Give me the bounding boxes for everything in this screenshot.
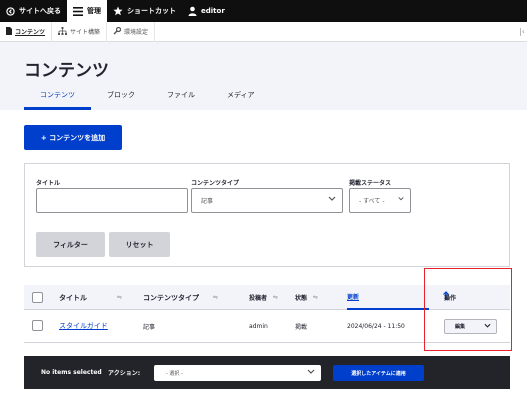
tray-config-label: 環境設定 — [124, 29, 149, 36]
tab-content[interactable]: コンテンツ — [24, 90, 91, 110]
selection-count-label: No items selected — [41, 369, 102, 376]
column-title[interactable]: タイトル ⇋ — [59, 285, 122, 310]
admin-tray: コンテンツ サイト構築 環境設定 |‹ — [0, 21, 527, 42]
action-label: アクション: — [108, 370, 141, 377]
tray-collapse-icon[interactable]: |‹ — [519, 27, 525, 36]
tray-structure-link[interactable]: サイト構築 — [52, 21, 108, 42]
menu-icon — [73, 6, 83, 16]
file-icon — [6, 26, 12, 37]
title-filter-label: タイトル — [36, 180, 61, 187]
page-title: コンテンツ — [24, 61, 109, 81]
chevron-down-icon — [398, 196, 404, 204]
sort-icon: ⇋ — [213, 294, 219, 301]
manage-label: 管理 — [87, 7, 101, 15]
tray-content-link[interactable]: コンテンツ — [0, 21, 53, 42]
sort-icon: ⇋ — [273, 294, 279, 301]
row-checkbox[interactable] — [32, 320, 43, 331]
column-author[interactable]: 投稿者 ⇋ — [249, 285, 278, 310]
admin-toolbar: サイトへ戻る 管理 ショートカット editor — [0, 0, 527, 22]
type-filter-value: 記事 — [201, 198, 214, 205]
filter-form: タイトル コンテンツタイプ 記事 掲載ステータス - すべて - フィルター リ… — [24, 163, 510, 267]
sort-icon: ⇋ — [117, 294, 123, 301]
add-content-button[interactable]: + コンテンツを追加 — [24, 125, 122, 150]
wrench-icon — [113, 26, 122, 37]
primary-tabs: コンテンツ ブロック ファイル メディア — [24, 90, 271, 110]
type-filter-select[interactable]: 記事 — [191, 188, 343, 213]
column-type-label: コンテンツタイプ — [143, 293, 199, 302]
row-updated: 2024/06/24 - 11:50 — [347, 322, 405, 330]
reset-button[interactable]: リセット — [109, 232, 170, 257]
row-type: 記事 — [143, 323, 156, 331]
shortcuts-label: ショートカット — [127, 7, 176, 15]
column-type[interactable]: コンテンツタイプ ⇋ — [143, 285, 218, 310]
select-all-checkbox[interactable] — [32, 292, 43, 303]
column-title-label: タイトル — [59, 293, 87, 302]
manage-tab[interactable]: 管理 — [67, 0, 107, 22]
shortcuts-tab[interactable]: ショートカット — [107, 0, 182, 22]
chevron-down-icon — [328, 196, 336, 204]
tab-blocks[interactable]: ブロック — [91, 90, 151, 110]
tab-files[interactable]: ファイル — [151, 90, 211, 110]
tray-content-label: コンテンツ — [15, 29, 46, 36]
user-tab[interactable]: editor — [182, 0, 231, 22]
title-filter-input[interactable] — [36, 188, 188, 213]
action-select[interactable]: - 選択 - — [154, 365, 321, 381]
column-status[interactable]: 状態 ⇋ — [295, 285, 318, 310]
column-status-label: 状態 — [295, 295, 308, 302]
bulk-actions-bar: No items selected アクション: - 選択 - 選択したアイテム… — [24, 356, 510, 389]
row-author: admin — [249, 322, 268, 330]
filter-button[interactable]: フィルター — [36, 232, 105, 257]
column-updated-label: 更新 — [347, 294, 360, 301]
status-filter-select[interactable]: - すべて - — [349, 188, 411, 213]
star-icon — [113, 6, 123, 16]
back-to-site-link[interactable]: サイトへ戻る — [0, 0, 67, 22]
tab-media[interactable]: メディア — [211, 90, 271, 110]
sitemap-icon — [58, 26, 68, 37]
status-filter-value: - すべて - — [359, 198, 385, 205]
tray-structure-label: サイト構築 — [70, 29, 101, 36]
action-select-value: - 選択 - — [166, 370, 183, 377]
user-label: editor — [201, 7, 225, 15]
tray-config-link[interactable]: 環境設定 — [107, 21, 156, 42]
chevron-down-icon — [307, 369, 315, 377]
row-title-link[interactable]: スタイルガイド — [59, 310, 108, 342]
back-to-site-label: サイトへ戻る — [19, 7, 61, 15]
column-author-label: 投稿者 — [249, 295, 268, 302]
user-icon — [188, 6, 197, 16]
page-header: コンテンツ コンテンツ ブロック ファイル メディア — [0, 42, 527, 110]
type-filter-label: コンテンツタイプ — [191, 180, 240, 187]
row-status: 掲載 — [295, 323, 308, 331]
sort-icon: ⇋ — [313, 294, 319, 301]
status-filter-label: 掲載ステータス — [349, 180, 392, 187]
operations-highlight — [424, 268, 512, 351]
back-arrow-icon — [6, 6, 15, 16]
column-updated[interactable]: 更新 — [347, 285, 449, 310]
apply-to-selected-button[interactable]: 選択したアイテムに適用 — [333, 365, 424, 381]
